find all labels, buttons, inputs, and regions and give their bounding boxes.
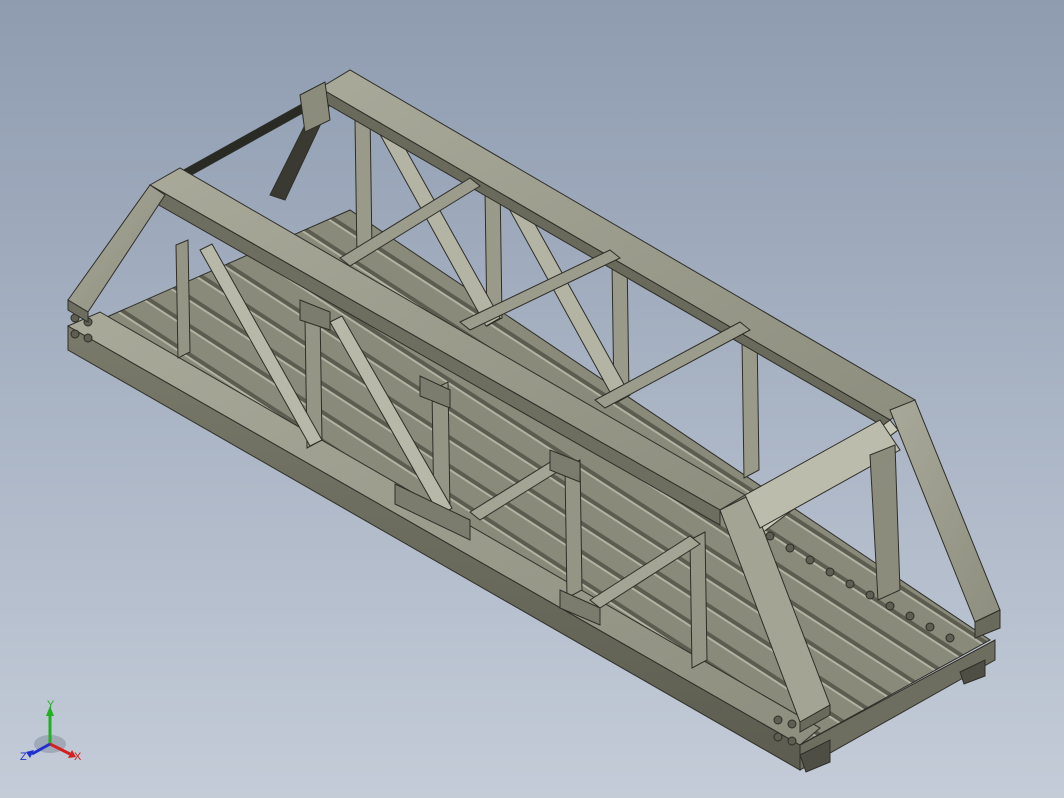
x-axis-label: X [74, 751, 82, 763]
truss-bridge-model[interactable] [0, 0, 1064, 798]
z-axis-label: Z [20, 751, 27, 763]
near-left-end-post [67, 184, 166, 313]
view-orientation-triad[interactable]: Y X Z [18, 700, 88, 770]
graphics-viewport[interactable]: Y X Z [0, 0, 1064, 798]
y-axis-label: Y [47, 700, 55, 711]
